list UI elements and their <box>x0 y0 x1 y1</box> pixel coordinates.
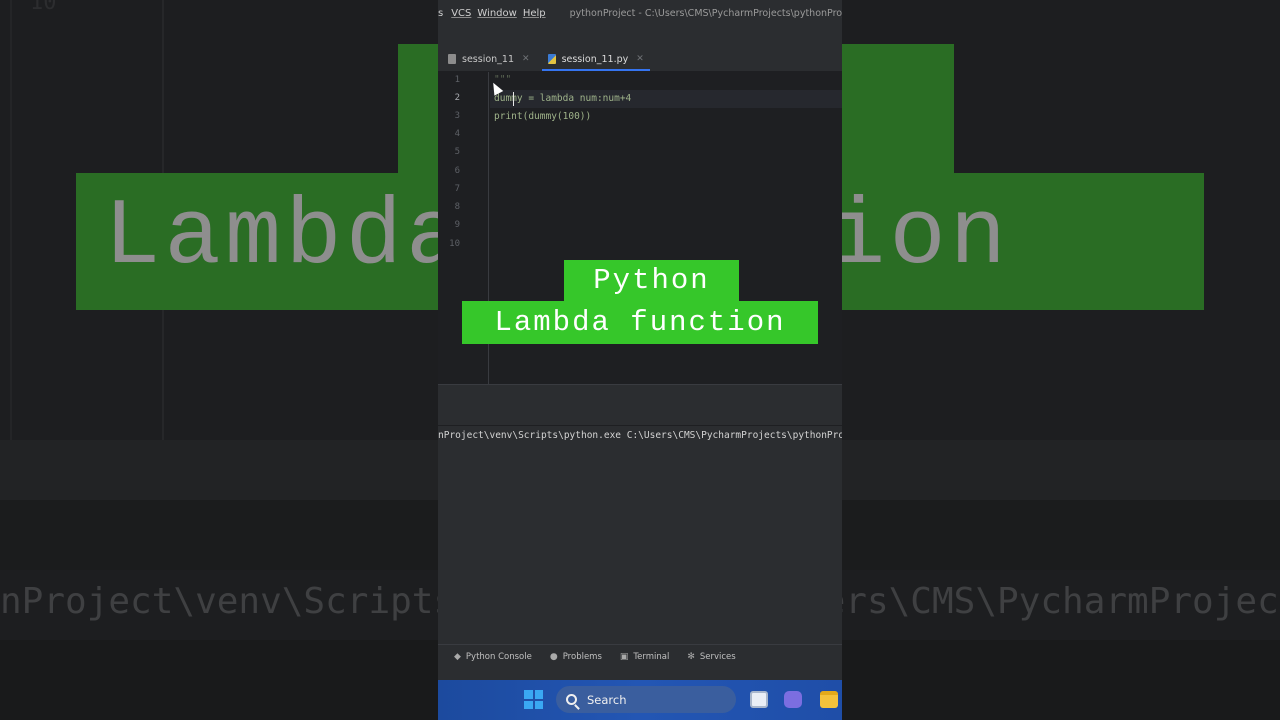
close-icon[interactable]: ✕ <box>636 54 644 64</box>
line-number: 9 <box>454 220 460 230</box>
tool-label: Python Console <box>465 651 532 662</box>
terminal-button[interactable]: ▣ Terminal <box>620 652 669 662</box>
background-divider <box>10 0 12 500</box>
code-line[interactable]: dummy = lambda num:num+4 <box>494 93 631 104</box>
editor-tab-bar: session_11 ✕ session_11.py ✕ <box>438 48 842 72</box>
line-number: 1 <box>454 75 460 85</box>
menu-item-partial[interactable]: s <box>438 8 451 19</box>
tool-label: Terminal <box>633 651 670 662</box>
menu-item-vcs[interactable]: VCS <box>451 8 477 19</box>
tab-label: session_11 <box>462 53 515 65</box>
text-caret <box>513 92 514 106</box>
pycharm-window: s VCS Window Help pythonProject - C:\Use… <box>438 0 842 720</box>
problems-button[interactable]: ● Problems <box>550 652 602 662</box>
tool-label: Services <box>699 651 736 662</box>
task-view-icon[interactable] <box>750 691 768 708</box>
status-bar <box>438 668 842 680</box>
window-title: pythonProject - C:\Users\CMS\PycharmProj… <box>569 7 842 19</box>
windows-taskbar: Search <box>438 680 842 720</box>
problems-icon: ● <box>549 651 558 662</box>
tab-session-11-py[interactable]: session_11.py ✕ <box>538 47 652 71</box>
line-number: 5 <box>454 147 460 157</box>
background-line-number: 10 <box>30 0 57 15</box>
line-number: 10 <box>449 239 460 249</box>
run-output-panel[interactable]: nProject\venv\Scripts\python.exe C:\User… <box>438 426 842 644</box>
python-console-icon: ◆ <box>454 651 461 662</box>
editor-scroll-area <box>438 384 842 404</box>
windows-start-icon[interactable] <box>524 690 543 709</box>
code-line[interactable]: print(dummy(100)) <box>494 111 591 122</box>
tool-window-bar: ◆ Python Console ● Problems ▣ Terminal ✻… <box>438 644 842 668</box>
line-number: 6 <box>454 166 460 176</box>
overlay-title-line-1: Python <box>564 260 739 302</box>
run-command-text: nProject\venv\Scripts\python.exe C:\User… <box>438 430 842 441</box>
file-explorer-icon[interactable] <box>820 691 838 708</box>
taskbar-search-box[interactable]: Search <box>556 686 736 713</box>
tab-session-11[interactable]: session_11 ✕ <box>438 47 538 71</box>
line-number: 3 <box>454 111 460 121</box>
line-number: 8 <box>454 202 460 212</box>
toolbar-area <box>438 26 842 48</box>
chat-icon[interactable] <box>784 691 802 708</box>
tool-label: Problems <box>562 651 602 662</box>
menu-item-window[interactable]: Window <box>477 8 522 19</box>
services-button[interactable]: ✻ Services <box>687 652 735 662</box>
overlay-title-line-2: Lambda function <box>462 301 818 344</box>
line-number: 7 <box>454 184 460 194</box>
line-number: 4 <box>454 129 460 139</box>
search-icon <box>566 694 577 705</box>
services-icon: ✻ <box>687 651 695 662</box>
file-icon <box>448 54 456 64</box>
menu-bar: s VCS Window Help pythonProject - C:\Use… <box>438 0 842 26</box>
line-number: 2 <box>454 93 460 103</box>
close-icon[interactable]: ✕ <box>522 54 530 64</box>
tab-label: session_11.py <box>561 53 629 65</box>
python-file-icon <box>547 54 556 64</box>
terminal-icon: ▣ <box>619 651 629 662</box>
menu-item-help[interactable]: Help <box>523 8 552 19</box>
run-panel-header <box>438 404 842 426</box>
search-label: Search <box>587 692 627 707</box>
python-console-button[interactable]: ◆ Python Console <box>454 652 532 662</box>
